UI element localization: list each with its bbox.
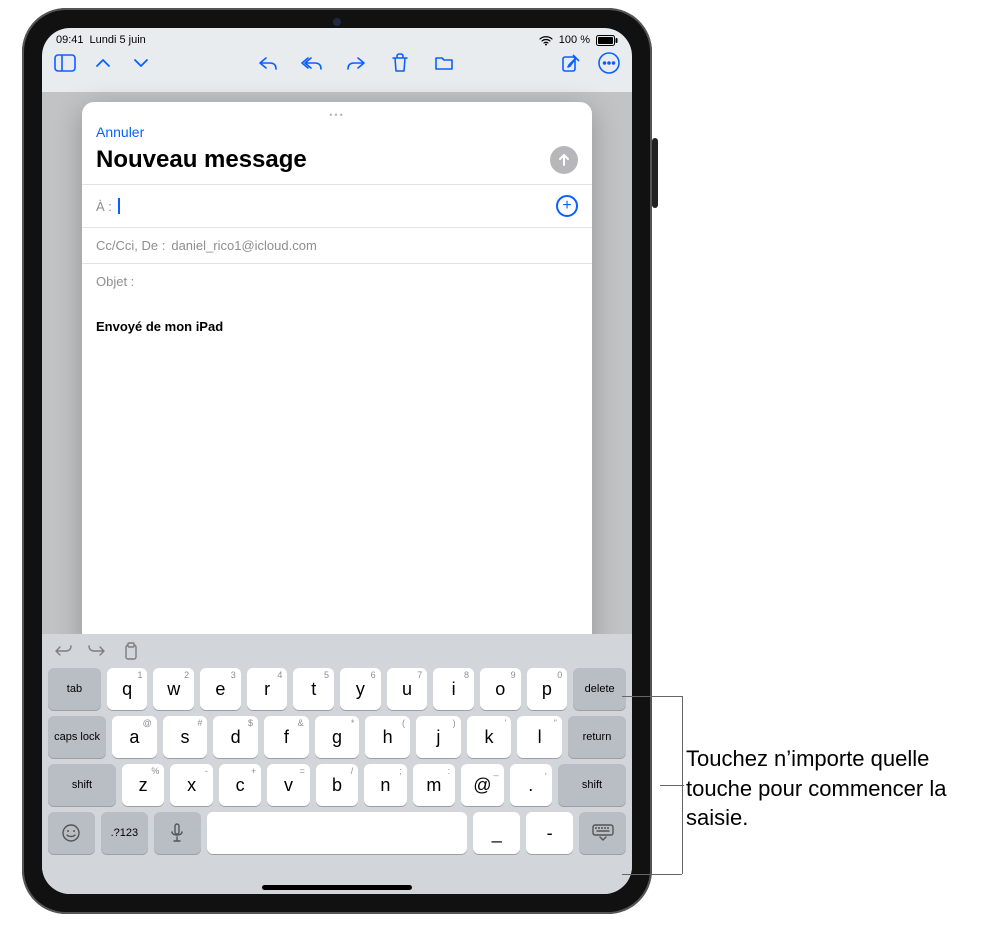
- callout-bracket: [660, 785, 684, 786]
- dismiss-keyboard-key[interactable]: [579, 812, 626, 854]
- compose-sheet: ••• Annuler Nouveau message À : + Cc/Cci…: [82, 102, 592, 652]
- to-field-row[interactable]: À : +: [82, 184, 592, 227]
- wifi-icon: [539, 35, 553, 46]
- cc-label: Cc/Cci, De :: [96, 238, 165, 253]
- key-v[interactable]: =v: [267, 764, 309, 806]
- key-l[interactable]: "l: [517, 716, 562, 758]
- key-m[interactable]: :m: [413, 764, 455, 806]
- key-period[interactable]: ,.: [510, 764, 552, 806]
- key-e[interactable]: 3e: [200, 668, 241, 710]
- battery-icon: [596, 35, 618, 46]
- add-contact-button[interactable]: +: [556, 195, 578, 217]
- status-date: Lundi 5 juin: [90, 34, 146, 46]
- forward-icon[interactable]: [345, 52, 367, 74]
- key-h[interactable]: (h: [365, 716, 410, 758]
- send-button[interactable]: [550, 146, 578, 174]
- clipboard-icon[interactable]: [120, 640, 142, 662]
- key-n[interactable]: ;n: [364, 764, 406, 806]
- signature-text: Envoyé de mon iPad: [96, 319, 223, 334]
- delete-key[interactable]: delete: [573, 668, 626, 710]
- key-o[interactable]: 9o: [480, 668, 521, 710]
- battery-percent: 100 %: [559, 34, 590, 46]
- key-j[interactable]: )j: [416, 716, 461, 758]
- cc-field-row[interactable]: Cc/Cci, De : daniel_rico1@icloud.com: [82, 227, 592, 263]
- trash-icon[interactable]: [389, 52, 411, 74]
- return-key[interactable]: return: [568, 716, 626, 758]
- key-y[interactable]: 6y: [340, 668, 381, 710]
- key-t[interactable]: 5t: [293, 668, 334, 710]
- numbers-key[interactable]: .?123: [101, 812, 148, 854]
- reply-icon[interactable]: [257, 52, 279, 74]
- key-s[interactable]: #s: [163, 716, 208, 758]
- space-key[interactable]: [207, 812, 468, 854]
- compose-title: Nouveau message: [96, 146, 307, 174]
- redo-icon[interactable]: [86, 640, 108, 662]
- callout-bracket: [622, 874, 682, 875]
- key-q[interactable]: 1q: [107, 668, 148, 710]
- key-a[interactable]: @a: [112, 716, 157, 758]
- key-g[interactable]: *g: [315, 716, 360, 758]
- key-r[interactable]: 4r: [247, 668, 288, 710]
- key-z[interactable]: %z: [122, 764, 164, 806]
- screen: 09:41 Lundi 5 juin 100 %: [42, 28, 632, 894]
- key-p[interactable]: 0p: [527, 668, 568, 710]
- key-at[interactable]: _@: [461, 764, 503, 806]
- folder-icon[interactable]: [433, 52, 455, 74]
- more-icon[interactable]: [598, 52, 620, 74]
- onscreen-keyboard: tab1q2w3e4r5t6y7u8i9o0pdelete caps lock@a…: [42, 634, 632, 894]
- mail-toolbar: [42, 48, 632, 82]
- home-indicator[interactable]: [262, 885, 412, 890]
- undo-icon[interactable]: [52, 640, 74, 662]
- tab-key[interactable]: tab: [48, 668, 101, 710]
- status-time: 09:41: [56, 34, 84, 46]
- underscore-key[interactable]: _: [473, 812, 520, 854]
- status-bar: 09:41 Lundi 5 juin 100 %: [42, 28, 632, 48]
- cancel-button[interactable]: Annuler: [96, 124, 144, 140]
- chevron-up-icon[interactable]: [92, 52, 114, 74]
- emoji-key[interactable]: [48, 812, 95, 854]
- compose-icon[interactable]: [560, 52, 582, 74]
- shift-key-left[interactable]: shift: [48, 764, 116, 806]
- capslock-key[interactable]: caps lock: [48, 716, 106, 758]
- key-b[interactable]: /b: [316, 764, 358, 806]
- dash-key[interactable]: -: [526, 812, 573, 854]
- shift-key-right[interactable]: shift: [558, 764, 626, 806]
- sheet-grabber-icon[interactable]: •••: [329, 110, 344, 120]
- sidebar-toggle-icon[interactable]: [54, 52, 76, 74]
- callout-text: Touchez n’importe quelle touche pour com…: [686, 744, 968, 833]
- key-u[interactable]: 7u: [387, 668, 428, 710]
- message-body[interactable]: Envoyé de mon iPad: [82, 299, 592, 354]
- from-email: daniel_rico1@icloud.com: [171, 238, 316, 253]
- front-camera: [333, 18, 341, 26]
- key-f[interactable]: &f: [264, 716, 309, 758]
- reply-all-icon[interactable]: [301, 52, 323, 74]
- key-w[interactable]: 2w: [153, 668, 194, 710]
- key-d[interactable]: $d: [213, 716, 258, 758]
- text-cursor: [118, 198, 120, 214]
- callout-bracket: [622, 696, 682, 697]
- dictation-key[interactable]: [154, 812, 201, 854]
- subject-field-row[interactable]: Objet :: [82, 263, 592, 299]
- key-x[interactable]: -x: [170, 764, 212, 806]
- key-c[interactable]: +c: [219, 764, 261, 806]
- key-k[interactable]: 'k: [467, 716, 512, 758]
- ipad-device-frame: 09:41 Lundi 5 juin 100 %: [22, 8, 652, 914]
- subject-label: Objet :: [96, 274, 134, 289]
- to-label: À :: [96, 199, 112, 214]
- key-i[interactable]: 8i: [433, 668, 474, 710]
- chevron-down-icon[interactable]: [130, 52, 152, 74]
